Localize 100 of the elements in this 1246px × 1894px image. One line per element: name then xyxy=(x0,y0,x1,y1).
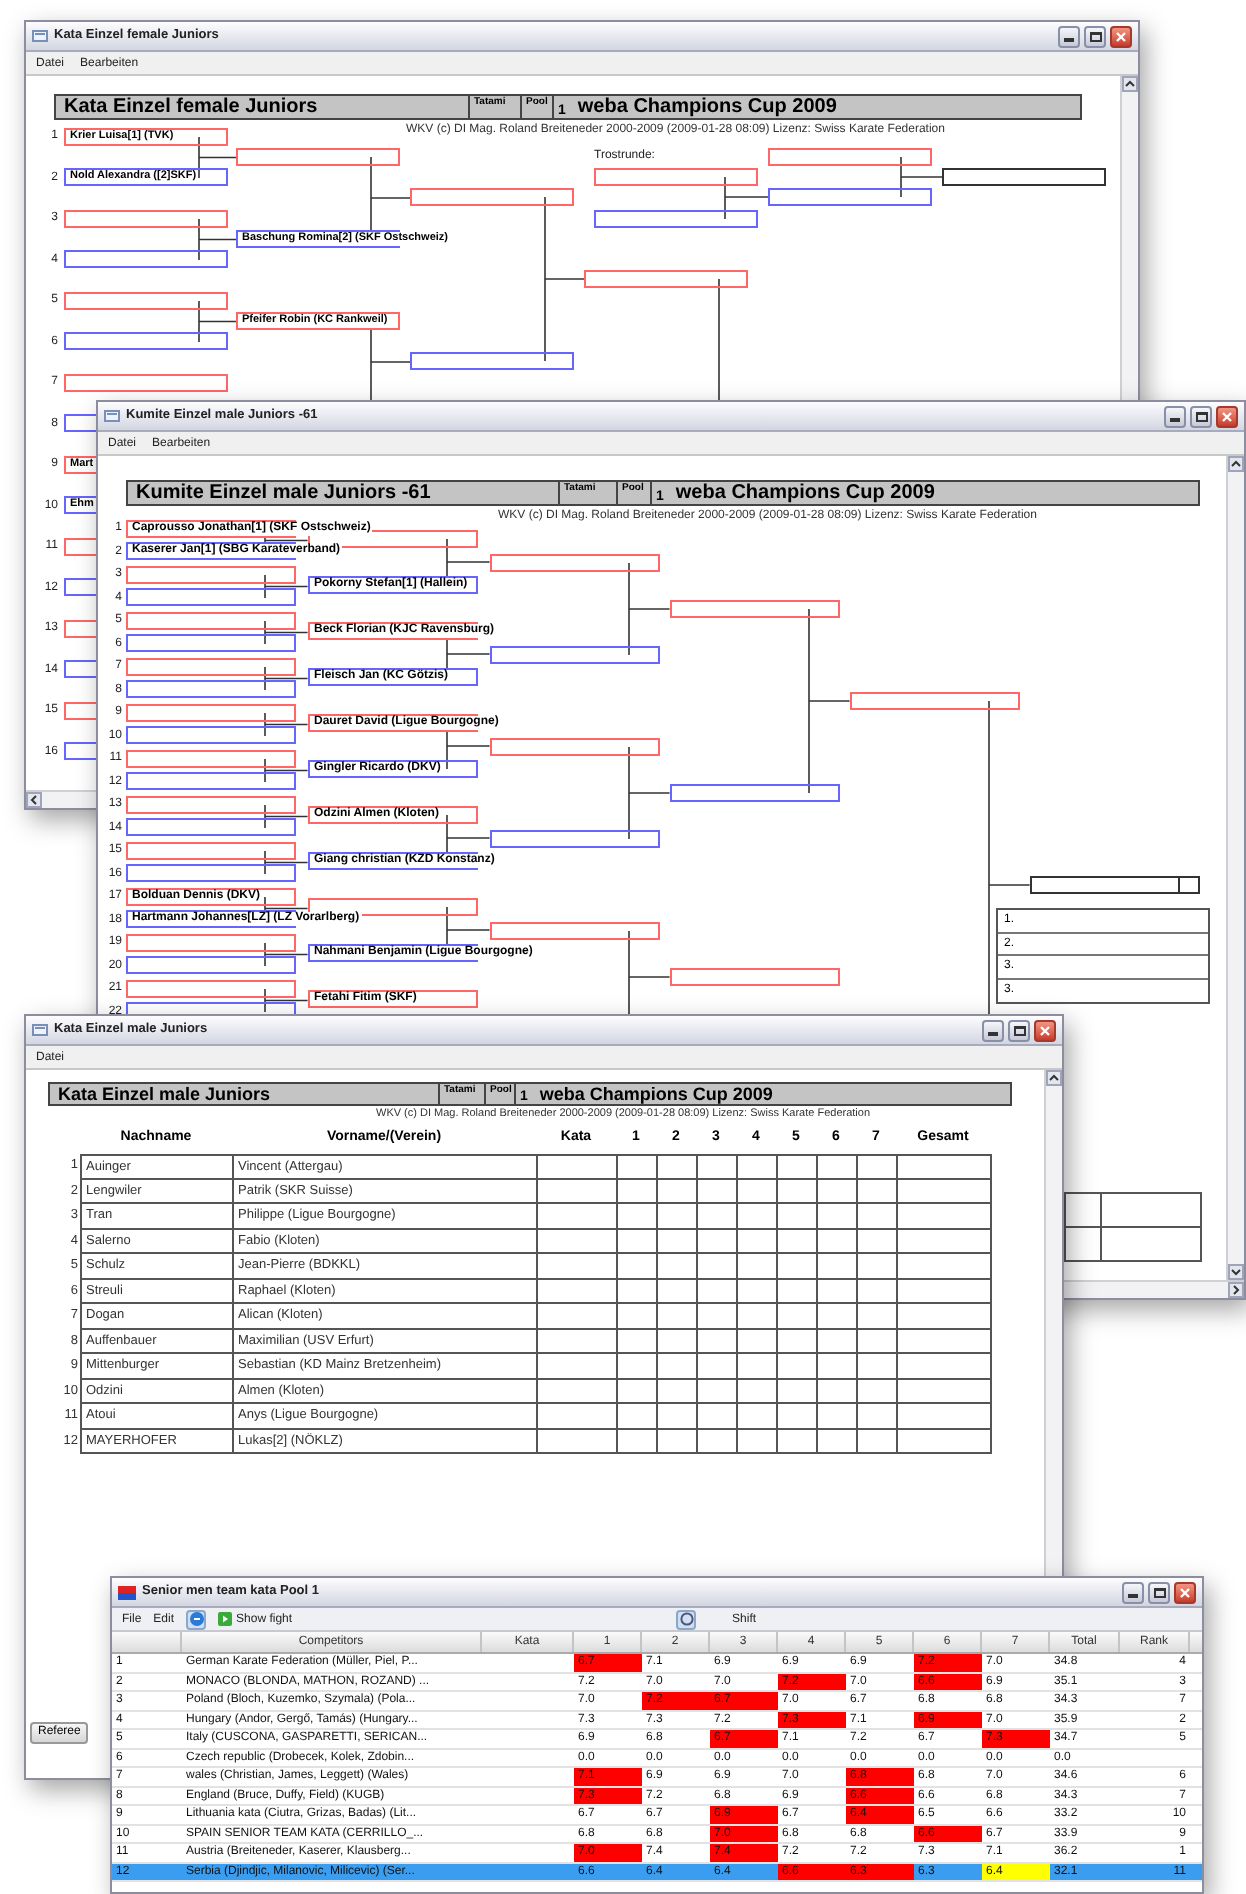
cup-title: weba Champions Cup 2009 xyxy=(673,483,935,503)
table-cell xyxy=(738,1304,778,1329)
table-cell xyxy=(858,1329,898,1354)
table-cell xyxy=(698,1204,738,1229)
table-cell xyxy=(538,1354,618,1379)
close-button[interactable] xyxy=(1174,1581,1196,1603)
table-cell xyxy=(538,1329,618,1354)
minimize-icon xyxy=(1064,37,1074,41)
table-cell xyxy=(898,1204,992,1229)
table-cell xyxy=(698,1229,738,1254)
table-cell xyxy=(698,1379,738,1404)
minimize-button[interactable] xyxy=(1058,25,1080,47)
table-cell xyxy=(818,1229,858,1254)
table-cell xyxy=(738,1279,778,1304)
table-cell xyxy=(818,1379,858,1404)
maximize-icon xyxy=(1195,411,1207,421)
scroll-right-icon[interactable] xyxy=(1228,1282,1244,1298)
table-cell xyxy=(618,1404,658,1429)
table-cell xyxy=(858,1254,898,1279)
table-cell xyxy=(898,1379,992,1404)
minimize-button[interactable] xyxy=(1122,1581,1144,1603)
close-button[interactable] xyxy=(1216,405,1238,427)
table-cell xyxy=(818,1354,858,1379)
table-cell xyxy=(778,1229,818,1254)
table-cell xyxy=(858,1204,898,1229)
table-cell xyxy=(818,1154,858,1179)
table-cell xyxy=(1102,1228,1202,1262)
table-cell xyxy=(618,1304,658,1329)
scroll-left-icon[interactable] xyxy=(26,792,42,808)
table-cell xyxy=(858,1279,898,1304)
table-cell xyxy=(778,1429,818,1454)
table-cell xyxy=(778,1329,818,1354)
circle-icon xyxy=(189,1612,204,1626)
table-cell xyxy=(618,1354,658,1379)
table-cell xyxy=(858,1354,898,1379)
minimize-icon xyxy=(1128,1593,1138,1597)
table-cell xyxy=(618,1204,658,1229)
cup-title: weba Champions Cup 2009 xyxy=(537,1085,773,1103)
table-cell xyxy=(738,1404,778,1429)
app-icon xyxy=(32,30,48,42)
table-cell xyxy=(818,1279,858,1304)
table-cell xyxy=(618,1179,658,1204)
table-cell xyxy=(658,1154,698,1179)
table-cell xyxy=(778,1404,818,1429)
table-cell xyxy=(818,1404,858,1429)
scroll-down-icon[interactable] xyxy=(1228,1264,1244,1280)
table-cell xyxy=(538,1404,618,1429)
minimize-button[interactable] xyxy=(982,1019,1004,1041)
table-cell xyxy=(738,1154,778,1179)
maximize-button[interactable] xyxy=(1148,1581,1170,1603)
table-cell xyxy=(618,1154,658,1179)
table-cell xyxy=(818,1204,858,1229)
table-cell xyxy=(898,1429,992,1454)
table-cell xyxy=(658,1254,698,1279)
toolbar-button[interactable] xyxy=(676,1609,697,1629)
maximize-button[interactable] xyxy=(1190,405,1212,427)
table-cell xyxy=(658,1279,698,1304)
scroll-up-icon[interactable] xyxy=(1046,1070,1062,1086)
table-cell xyxy=(538,1254,618,1279)
table-cell xyxy=(858,1429,898,1454)
event-title: Kata Einzel male Juniors xyxy=(56,1085,273,1103)
table-cell xyxy=(898,1229,992,1254)
cup-title: weba Champions Cup 2009 xyxy=(575,97,837,117)
table-cell xyxy=(898,1329,992,1354)
table-cell xyxy=(658,1229,698,1254)
table-cell xyxy=(698,1354,738,1379)
table-cell xyxy=(858,1229,898,1254)
table-cell xyxy=(778,1154,818,1179)
maximize-button[interactable] xyxy=(1084,25,1106,47)
table-cell xyxy=(858,1379,898,1404)
table-cell xyxy=(778,1304,818,1329)
app-icon xyxy=(32,1024,48,1036)
table-cell xyxy=(778,1254,818,1279)
table-cell xyxy=(898,1354,992,1379)
close-button[interactable] xyxy=(1110,25,1132,47)
table-cell xyxy=(778,1204,818,1229)
scroll-up-icon[interactable] xyxy=(1228,456,1244,472)
table-cell xyxy=(618,1379,658,1404)
scroll-up-icon[interactable] xyxy=(1122,76,1138,92)
table-cell xyxy=(538,1204,618,1229)
table-cell xyxy=(658,1329,698,1354)
close-icon xyxy=(1222,411,1232,421)
table-cell xyxy=(538,1229,618,1254)
maximize-button[interactable] xyxy=(1008,1019,1030,1041)
close-button[interactable] xyxy=(1034,1019,1056,1041)
table-cell xyxy=(658,1179,698,1204)
table-cell xyxy=(858,1304,898,1329)
table-cell xyxy=(658,1379,698,1404)
table-cell xyxy=(778,1379,818,1404)
table-cell xyxy=(898,1179,992,1204)
table-cell xyxy=(778,1179,818,1204)
app-icon xyxy=(118,1585,136,1599)
minimize-button[interactable] xyxy=(1164,405,1186,427)
table-cell xyxy=(738,1379,778,1404)
toolbar-button[interactable] xyxy=(186,1609,207,1629)
minimize-icon xyxy=(1170,417,1180,421)
table-cell xyxy=(898,1404,992,1429)
table-cell xyxy=(738,1204,778,1229)
table-cell xyxy=(618,1254,658,1279)
maximize-icon xyxy=(1013,1025,1025,1035)
